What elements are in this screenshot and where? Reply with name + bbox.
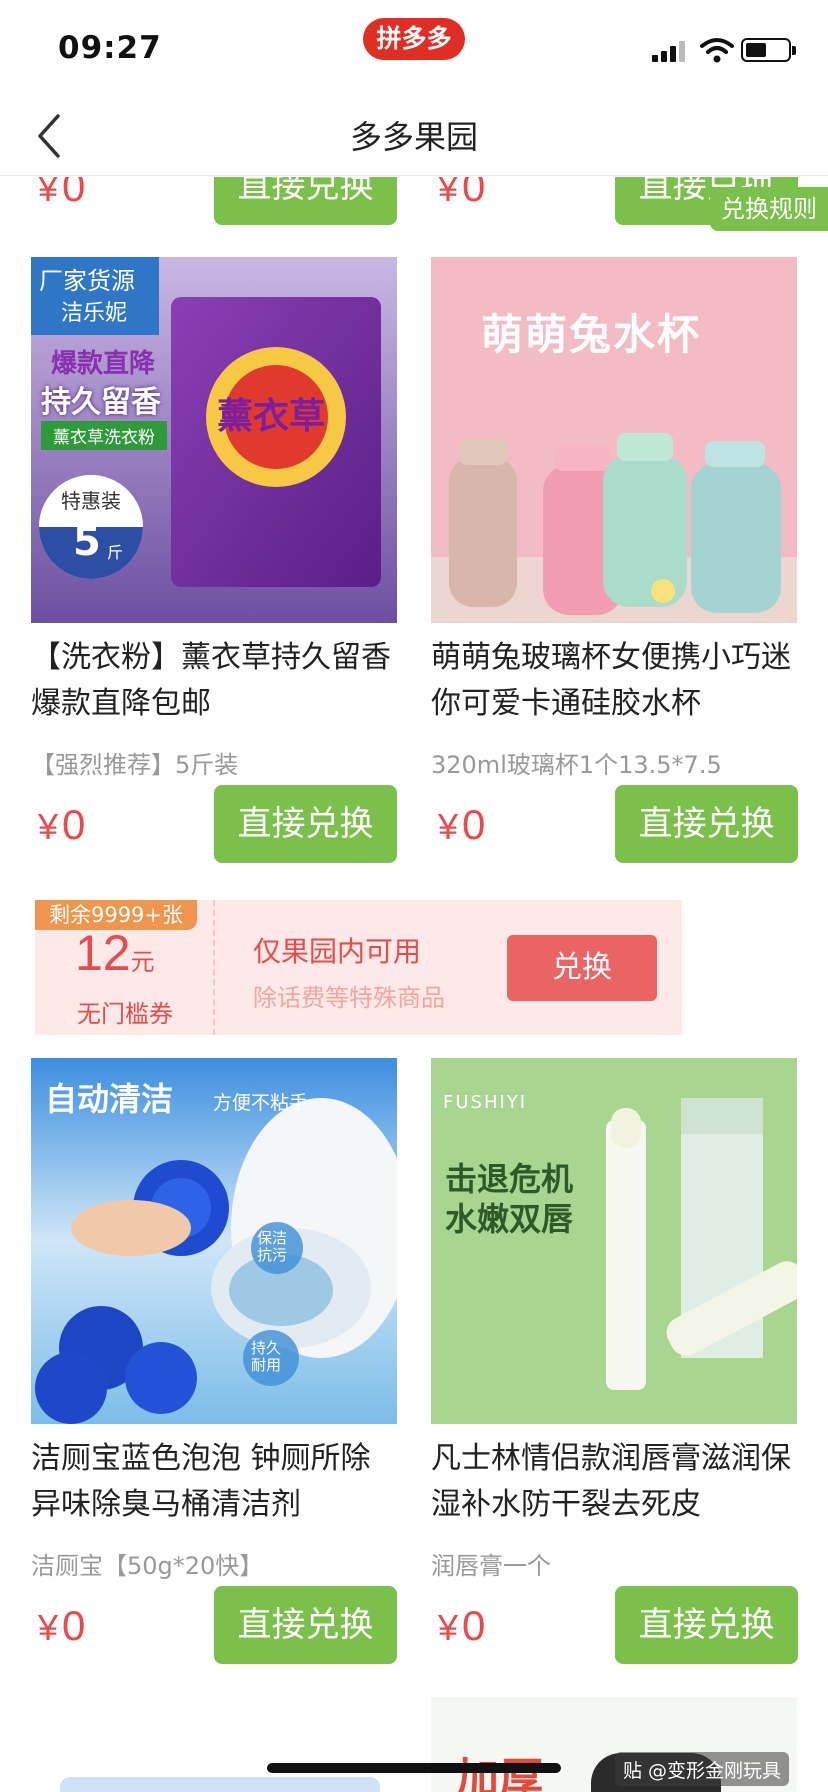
battery-icon	[741, 38, 796, 62]
product-name[interactable]: 凡士林情侣款润唇膏滋润保湿补水防干裂去死皮	[431, 1436, 797, 1528]
exchange-button[interactable]: 直接兑换	[615, 1586, 798, 1664]
image-text: 水嫩双唇	[445, 1200, 574, 1238]
image-text: 斤	[107, 543, 124, 562]
image-text: 薰衣草	[217, 396, 326, 437]
page-title: 多多果园	[349, 118, 478, 156]
wifi-icon	[700, 38, 734, 63]
coupon-amount: 12元	[75, 925, 155, 981]
image-text: 持久耐用	[251, 1339, 282, 1374]
exchange-button[interactable]: 直接兑换	[615, 785, 798, 863]
watermark: 贴 @变形金刚玩具	[615, 1752, 790, 1786]
product-spec: 润唇膏一个	[431, 1552, 551, 1580]
exchange-rules-button[interactable]: 兑换规则	[710, 187, 828, 231]
price-label: ¥0	[38, 1602, 86, 1649]
product-name[interactable]: 萌萌兔玻璃杯女便携小巧迷你可爱卡通硅胶水杯	[431, 635, 797, 727]
coupon-redeem-button[interactable]: 兑换	[507, 935, 657, 1001]
product-image: FUSHIYI 击退危机 水嫩双唇	[431, 1058, 797, 1424]
product-grid: ¥0 直接兑换 ¥0 直接兑换 兑换规则 厂家货源 洁乐妮 爆款直降 持久留香 …	[0, 177, 828, 1792]
image-text: 萌萌兔水杯	[481, 310, 702, 359]
coupon-card: 剩余9999+张 12元 无门槛券 仅果园内可用 除话费等特殊商品 兑换	[35, 900, 682, 1035]
image-text: 方便不粘手	[213, 1092, 309, 1114]
app-badge: 拼多多	[363, 18, 465, 60]
coupon-condition: 仅果园内可用	[253, 935, 422, 968]
price-label: ¥0	[38, 801, 86, 848]
product-image: 自动清洁 方便不粘手 保洁抗污 持久耐用	[31, 1058, 397, 1424]
price-label: ¥0	[438, 1602, 486, 1649]
image-text: 持久留香	[41, 385, 161, 420]
coupon-exclusion: 除话费等特殊商品	[253, 984, 445, 1012]
coupon-type: 无门槛券	[77, 1000, 173, 1028]
product-name[interactable]: 【洗衣粉】薰衣草持久留香爆款直降包邮	[31, 635, 397, 727]
product-name[interactable]: 洁厕宝蓝色泡泡 钟厕所除异味除臭马桶清洁剂	[31, 1436, 397, 1528]
image-text: 保洁抗污	[257, 1229, 288, 1264]
product-image: 萌萌兔水杯	[431, 257, 797, 623]
exchange-button[interactable]: 直接兑换	[214, 785, 397, 863]
product-image: 厂家货源 洁乐妮 爆款直降 持久留香 薰衣草洗衣粉 薰衣草 特惠装 5 斤	[31, 257, 397, 623]
status-time: 09:27	[58, 30, 162, 66]
product-image	[60, 1777, 380, 1792]
image-text: 薰衣草洗衣粉	[41, 421, 167, 450]
price-label: ¥0	[38, 177, 86, 210]
nav-bar: 多多果园	[0, 96, 828, 176]
image-text: 5	[73, 519, 101, 565]
product-spec: 洁厕宝【50g*20快】	[31, 1552, 264, 1580]
product-spec: 320ml玻璃杯1个13.5*7.5	[431, 751, 722, 779]
coupon-value-area: 剩余9999+张 12元 无门槛券	[35, 900, 215, 1035]
status-bar: 09:27 拼多多	[0, 0, 828, 96]
product-spec: 【强烈推荐】5斤装	[31, 751, 239, 779]
price-label: ¥0	[438, 177, 486, 210]
home-indicator[interactable]	[267, 1763, 561, 1773]
exchange-button[interactable]: 直接兑换	[214, 177, 397, 225]
price-label: ¥0	[438, 801, 486, 848]
image-text: 厂家货源	[39, 267, 135, 295]
exchange-button[interactable]: 直接兑换	[214, 1586, 397, 1664]
image-text: 自动清洁	[45, 1080, 174, 1118]
image-text: 特惠装	[61, 489, 121, 513]
image-text: 爆款直降	[51, 349, 156, 379]
image-text: FUSHIYI	[443, 1092, 528, 1113]
image-text: 洁乐妮	[61, 301, 128, 326]
signal-icon	[652, 40, 688, 62]
